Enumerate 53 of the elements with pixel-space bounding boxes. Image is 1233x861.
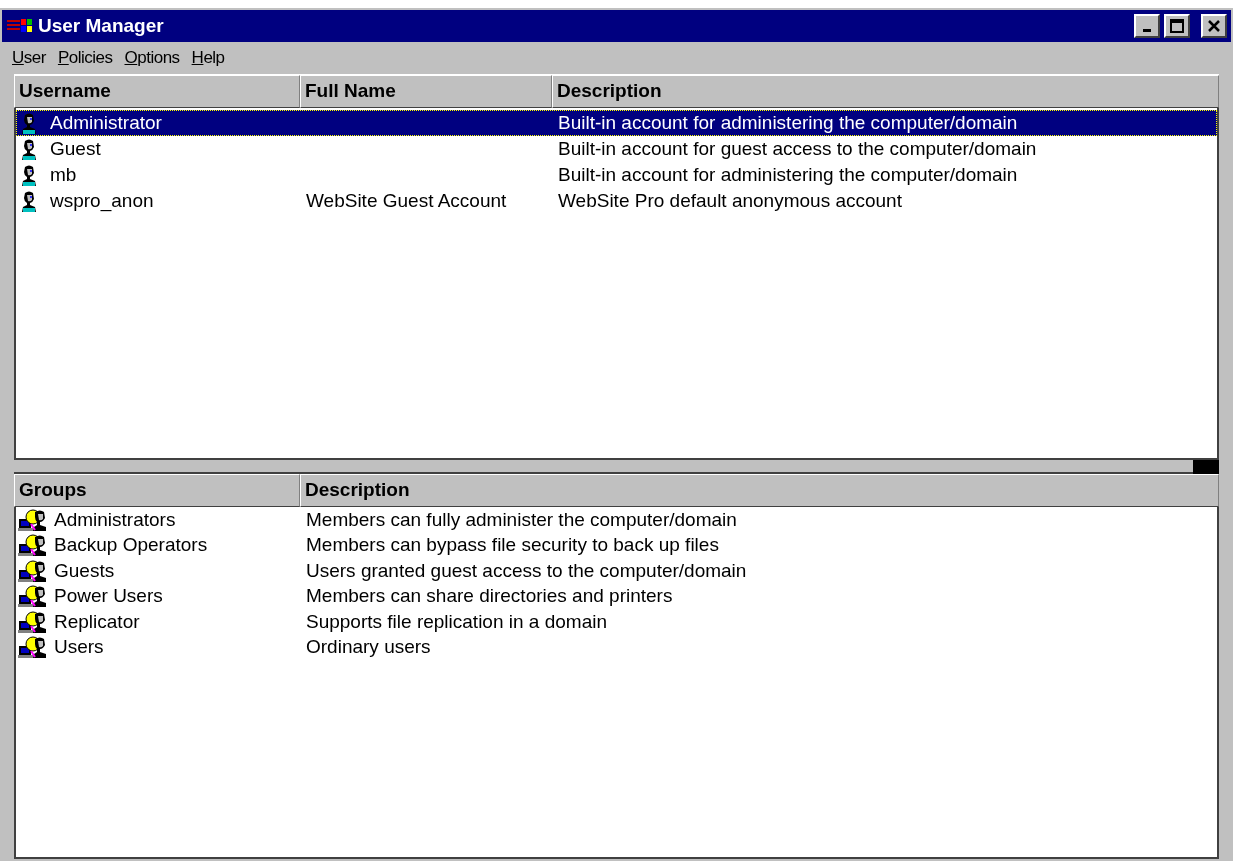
user-icon xyxy=(20,138,38,160)
user-row[interactable]: mb Built-in account for administering the computer/domain xyxy=(16,162,1217,188)
description-text: Built-in account for administering the computer/domain xyxy=(557,110,1019,135)
username-text: Guest xyxy=(50,136,101,161)
user-row[interactable]: Administrator Built-in account for administering the computer/domain xyxy=(16,110,1217,136)
description-text: Ordinary users xyxy=(305,635,432,659)
group-row[interactable]: Guests Users granted guest access to the computer/domain xyxy=(16,558,1217,584)
user-icon xyxy=(20,164,38,186)
menu-item[interactable]: Policies xyxy=(53,45,117,71)
description-text: WebSite Pro default anonymous account xyxy=(557,188,903,213)
minimize-button[interactable] xyxy=(1134,14,1160,38)
username-text: mb xyxy=(50,162,77,187)
full-name-text: WebSite Guest Account xyxy=(306,189,507,211)
minimize-icon xyxy=(1143,28,1151,32)
app-icon xyxy=(6,17,34,35)
username-text: wspro_anon xyxy=(50,188,154,214)
group-name-text: Users xyxy=(54,635,104,659)
description-text: Members can bypass file security to back up files xyxy=(305,533,720,557)
splitter-handle[interactable] xyxy=(1193,460,1219,474)
user-icon xyxy=(20,112,38,134)
group-row[interactable]: Administrators Members can fully administer the computer/domain xyxy=(16,507,1217,533)
menu-item[interactable]: Help xyxy=(187,45,229,71)
maximize-icon xyxy=(1170,19,1184,33)
menu-item[interactable]: User xyxy=(8,45,50,71)
window-title: User Manager xyxy=(38,13,165,38)
maximize-button[interactable] xyxy=(1164,14,1190,38)
group-name-text: Guests xyxy=(54,558,115,583)
description-text: Members can fully administer the computer/domain xyxy=(305,507,738,532)
description-text: Users granted guest access to the computer/domain xyxy=(305,558,748,583)
user-row[interactable]: wspro_anon WebSite Guest Account WebSite Pro default anonymous account xyxy=(16,188,1217,214)
description-text: Built-in account for guest access to the computer/domain xyxy=(557,136,1038,161)
description-text: Supports file replication in a domain xyxy=(305,609,608,634)
group-name-text: Power Users xyxy=(54,584,163,608)
user-icon xyxy=(20,190,38,212)
group-name-text: Replicator xyxy=(54,609,140,634)
column-header[interactable]: Groups xyxy=(14,474,300,507)
username-text: Administrator xyxy=(50,110,162,135)
column-header[interactable]: Full Name xyxy=(300,75,552,108)
column-header[interactable]: Username xyxy=(14,75,300,108)
close-button[interactable] xyxy=(1201,14,1227,38)
description-text: Built-in account for administering the computer/domain xyxy=(557,162,1019,187)
group-row[interactable]: Replicator Supports file replication in a domain xyxy=(16,609,1217,635)
group-name-text: Backup Operators xyxy=(54,533,208,557)
column-header[interactable]: Description xyxy=(300,474,1219,507)
user-row[interactable]: Guest Built-in account for guest access to the computer/domain xyxy=(16,136,1217,162)
column-header[interactable]: Description xyxy=(552,75,1219,108)
group-name-text: Administrators xyxy=(54,507,176,532)
menu-item[interactable]: Options xyxy=(120,45,184,71)
group-row[interactable]: Power Users Members can share directories and printers xyxy=(16,583,1217,609)
group-row[interactable]: Backup Operators Members can bypass file security to back up files xyxy=(16,532,1217,558)
close-icon xyxy=(1207,20,1221,32)
group-row[interactable]: Users Ordinary users xyxy=(16,634,1217,660)
description-text: Members can share directories and printers xyxy=(305,584,674,608)
